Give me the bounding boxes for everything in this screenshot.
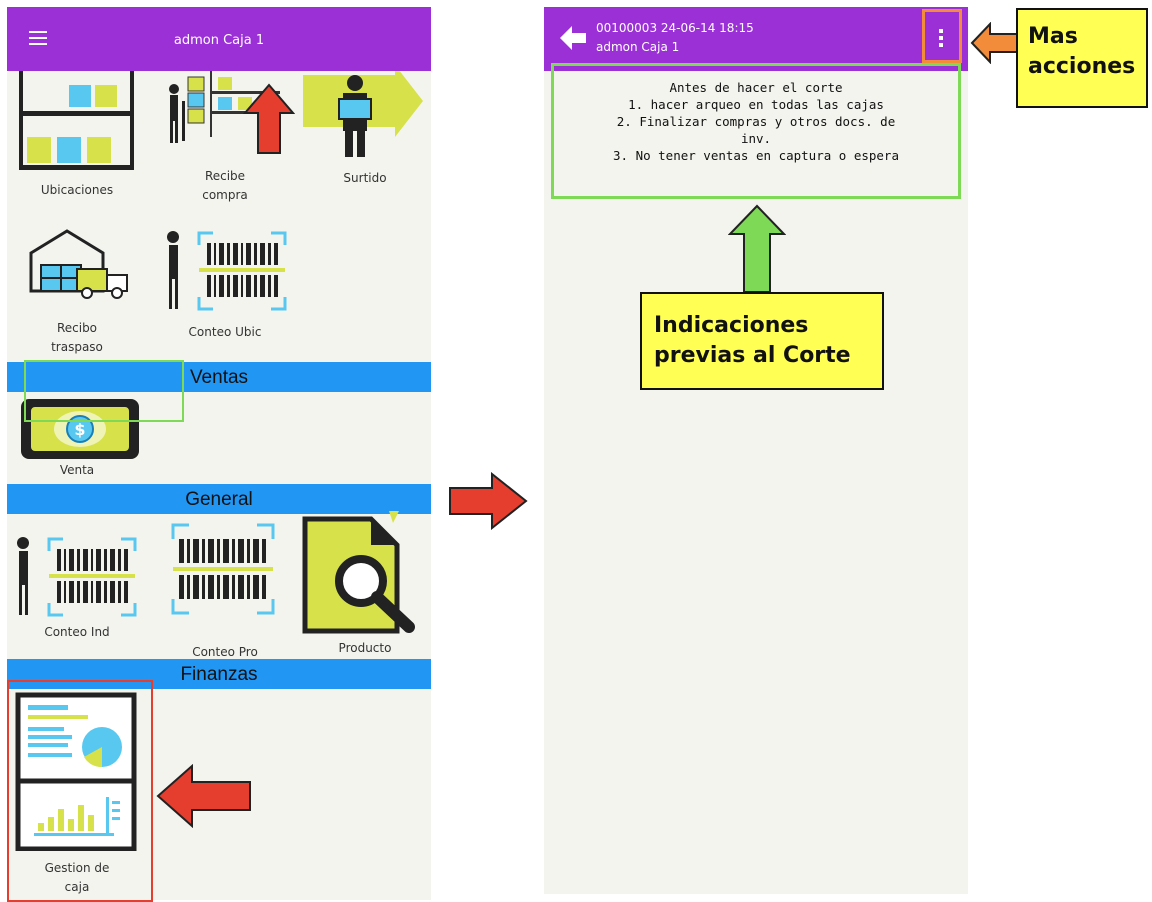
instruction-line: 3. No tener ventas en captura o espera	[613, 148, 899, 163]
tile-label: Conteo Ubic	[188, 325, 262, 339]
app-bar: admon Caja 1	[7, 7, 431, 71]
venta-highlight-box	[24, 360, 184, 422]
app-title: admon Caja 1	[173, 33, 265, 48]
header-user: admon Caja 1	[596, 40, 680, 54]
tile-recibo-traspaso[interactable]: Recibo traspaso	[7, 219, 147, 361]
more-actions-button[interactable]	[922, 9, 962, 63]
dispatch-icon	[303, 71, 423, 157]
tile-conteo-ubic[interactable]: Conteo Ubic	[155, 219, 295, 349]
callout-line: Mas	[1028, 24, 1078, 49]
tile-conteo-ind[interactable]: Conteo Ind	[7, 517, 147, 647]
instruction-line: 1. hacer arqueo en todas las cajas	[628, 97, 884, 112]
header-id-date: 00100003 24-06-14 18:15	[596, 21, 754, 35]
mas-acciones-callout: Mas acciones	[1016, 8, 1148, 108]
callout-line: Indicaciones	[654, 313, 809, 338]
instruction-line: 2. Finalizar compras y otros docs. de	[616, 114, 896, 129]
gestion-caja-highlight-box	[7, 680, 153, 902]
indicaciones-callout: Indicaciones previas al Corte	[640, 292, 884, 390]
barcode-person-icon	[167, 231, 287, 311]
tile-label: Venta	[59, 463, 95, 477]
corte-screen: 00100003 24-06-14 18:15 admon Caja 1 Ant…	[544, 7, 968, 894]
tile-label: Recibe compra	[202, 169, 248, 202]
tile-label: Producto	[338, 641, 392, 655]
tile-label: Conteo Ind	[44, 625, 110, 639]
section-header-general: General	[7, 484, 431, 514]
app-bar: 00100003 24-06-14 18:15 admon Caja 1	[544, 7, 968, 71]
arrow-up-annotation-icon	[243, 83, 295, 154]
arrow-up-green-icon	[728, 204, 786, 293]
shelves-icon	[19, 71, 134, 170]
arrow-right-annotation-icon	[449, 472, 528, 530]
tile-producto[interactable]: Producto	[299, 511, 431, 659]
corte-instructions: Antes de hacer el corte 1. hacer arqueo …	[551, 63, 961, 199]
barcode-person-icon	[17, 537, 137, 617]
tile-label: Surtido	[343, 171, 387, 185]
tile-surtido[interactable]: Surtido	[299, 71, 431, 211]
instruction-line: inv.	[740, 131, 772, 146]
document-search-icon	[302, 511, 415, 634]
barcode-icon	[171, 523, 275, 615]
tile-recibe-compra[interactable]: Recibe compra	[155, 71, 295, 211]
callout-line: acciones	[1028, 54, 1136, 79]
callout-line: previas al Corte	[654, 343, 851, 368]
tile-conteo-pro[interactable]: Conteo Pro	[155, 517, 295, 659]
arrow-left-annotation-icon	[156, 764, 251, 828]
back-arrow-icon[interactable]	[558, 23, 588, 53]
instruction-line: Antes de hacer el corte	[669, 80, 843, 95]
tile-label: Ubicaciones	[40, 183, 114, 197]
more-vert-icon	[939, 29, 945, 50]
svg-text:$: $	[74, 420, 85, 439]
tile-ubicaciones[interactable]: Ubicaciones	[7, 71, 147, 211]
tile-label: Recibo traspaso	[51, 321, 103, 354]
warehouse-truck-icon	[29, 229, 128, 299]
arrow-left-orange-icon	[970, 22, 1019, 64]
